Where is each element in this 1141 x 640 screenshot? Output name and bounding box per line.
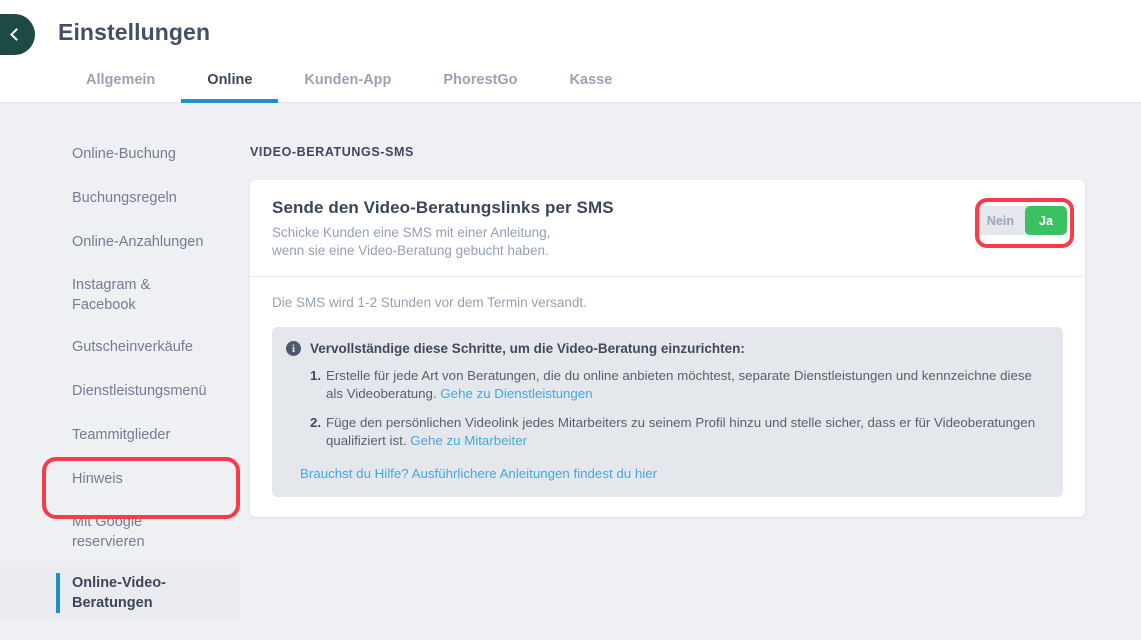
- sidebar-item-online-anzahlungen[interactable]: Online-Anzahlungen: [0, 225, 240, 258]
- sidebar-item-online-video-beratungen[interactable]: Online-Video-Beratungen: [0, 567, 240, 619]
- video-sms-card: Sende den Video-Beratungslinks per SMS S…: [250, 180, 1085, 517]
- toggle-option-nein[interactable]: Nein: [975, 206, 1025, 235]
- sidebar-item-instagram-facebook[interactable]: Instagram & Facebook: [0, 269, 240, 321]
- sidebar-item-teammitglieder[interactable]: Teammitglieder: [0, 418, 240, 451]
- info-box-heading: Vervollständige diese Schritte, um die V…: [310, 341, 745, 356]
- help-link[interactable]: Brauchst du Hilfe? Ausführlichere Anleit…: [300, 466, 657, 481]
- tab-phorestgo[interactable]: PhorestGo: [417, 62, 543, 103]
- tab-online[interactable]: Online: [181, 62, 279, 103]
- step-number: 2.: [310, 415, 322, 430]
- step-text: Erstelle für jede Art von Beratungen, di…: [326, 368, 1032, 401]
- tab-label: Allgemein: [86, 72, 156, 88]
- setup-steps-info-box: i Vervollständige diese Schritte, um die…: [272, 327, 1063, 497]
- settings-tab-bar: Allgemein Online Kunden-App PhorestGo Ka…: [60, 62, 638, 103]
- sidebar-item-online-buchung[interactable]: Online-Buchung: [0, 137, 240, 170]
- card-subtitle-line-2: wenn sie eine Video-Beratung gebucht hab…: [272, 243, 549, 258]
- sidebar-item-hinweis[interactable]: Hinweis: [0, 462, 240, 495]
- sidebar-item-label: Teammitglieder: [72, 426, 171, 443]
- settings-sidebar: Online-Buchung Buchungsregeln Online-Anz…: [0, 103, 240, 640]
- setup-step-2: 2. Füge den persönlichen Videolink jedes …: [310, 414, 1047, 450]
- tab-label: PhorestGo: [443, 72, 518, 88]
- main-panel: VIDEO-BERATUNGS-SMS Sende den Video-Bera…: [240, 103, 1141, 640]
- setup-step-1: 1. Erstelle für jede Art von Beratungen, …: [310, 367, 1047, 403]
- sidebar-item-mit-google-reservieren[interactable]: Mit Google reservieren: [0, 506, 240, 558]
- sidebar-item-label: Buchungsregeln: [72, 189, 177, 206]
- sidebar-item-label: Instagram & Facebook: [72, 277, 151, 313]
- back-button[interactable]: [0, 14, 35, 55]
- sms-enable-toggle[interactable]: Nein Ja: [975, 206, 1067, 235]
- section-title: VIDEO-BERATUNGS-SMS: [250, 145, 414, 159]
- sidebar-item-label: Online-Anzahlungen: [72, 233, 204, 250]
- tab-label: Online: [207, 72, 253, 88]
- link-gehe-zu-mitarbeiter[interactable]: Gehe zu Mitarbeiter: [410, 433, 527, 448]
- page-title: Einstellungen: [58, 19, 211, 45]
- card-body: Die SMS wird 1-2 Stunden vor dem Termin …: [250, 277, 1085, 517]
- tab-label: Kunden-App: [304, 72, 392, 88]
- sms-timing-note: Die SMS wird 1-2 Stunden vor dem Termin …: [272, 295, 587, 310]
- tab-kasse[interactable]: Kasse: [544, 62, 639, 103]
- link-gehe-zu-dienstleistungen[interactable]: Gehe zu Dienstleistungen: [440, 386, 592, 401]
- sidebar-item-label: Online-Buchung: [72, 145, 176, 162]
- step-number: 1.: [310, 368, 322, 383]
- card-subtitle: Schicke Kunden eine SMS mit einer Anleit…: [272, 224, 1063, 260]
- sidebar-item-label: Mit Google reservieren: [72, 514, 145, 550]
- info-box-header: i Vervollständige diese Schritte, um die…: [286, 340, 1047, 357]
- setup-steps-list: 1. Erstelle für jede Art von Beratungen, …: [286, 367, 1047, 450]
- sidebar-item-label: Online-Video-Beratungen: [72, 575, 166, 611]
- info-icon: i: [286, 341, 301, 356]
- sidebar-item-buchungsregeln[interactable]: Buchungsregeln: [0, 181, 240, 214]
- toggle-option-ja[interactable]: Ja: [1025, 206, 1067, 235]
- app-header: Einstellungen Allgemein Online Kunden-Ap…: [0, 0, 1141, 103]
- sidebar-item-label: Gutscheinverkäufe: [72, 338, 193, 355]
- card-header: Sende den Video-Beratungslinks per SMS S…: [250, 180, 1085, 277]
- card-subtitle-line-1: Schicke Kunden eine SMS mit einer Anleit…: [272, 225, 551, 240]
- card-title: Sende den Video-Beratungslinks per SMS: [272, 198, 614, 217]
- sidebar-item-label: Dienstleistungsmenü: [72, 382, 207, 399]
- sidebar-item-label: Hinweis: [72, 470, 123, 487]
- tab-allgemein[interactable]: Allgemein: [60, 62, 181, 103]
- chevron-left-icon: [10, 28, 23, 41]
- tab-label: Kasse: [569, 72, 613, 88]
- content-area: Online-Buchung Buchungsregeln Online-Anz…: [0, 103, 1141, 640]
- sidebar-item-dienstleistungsmenue[interactable]: Dienstleistungsmenü: [0, 374, 240, 407]
- tab-kunden-app[interactable]: Kunden-App: [278, 62, 417, 103]
- sidebar-item-gutscheinverkaeufe[interactable]: Gutscheinverkäufe: [0, 330, 240, 363]
